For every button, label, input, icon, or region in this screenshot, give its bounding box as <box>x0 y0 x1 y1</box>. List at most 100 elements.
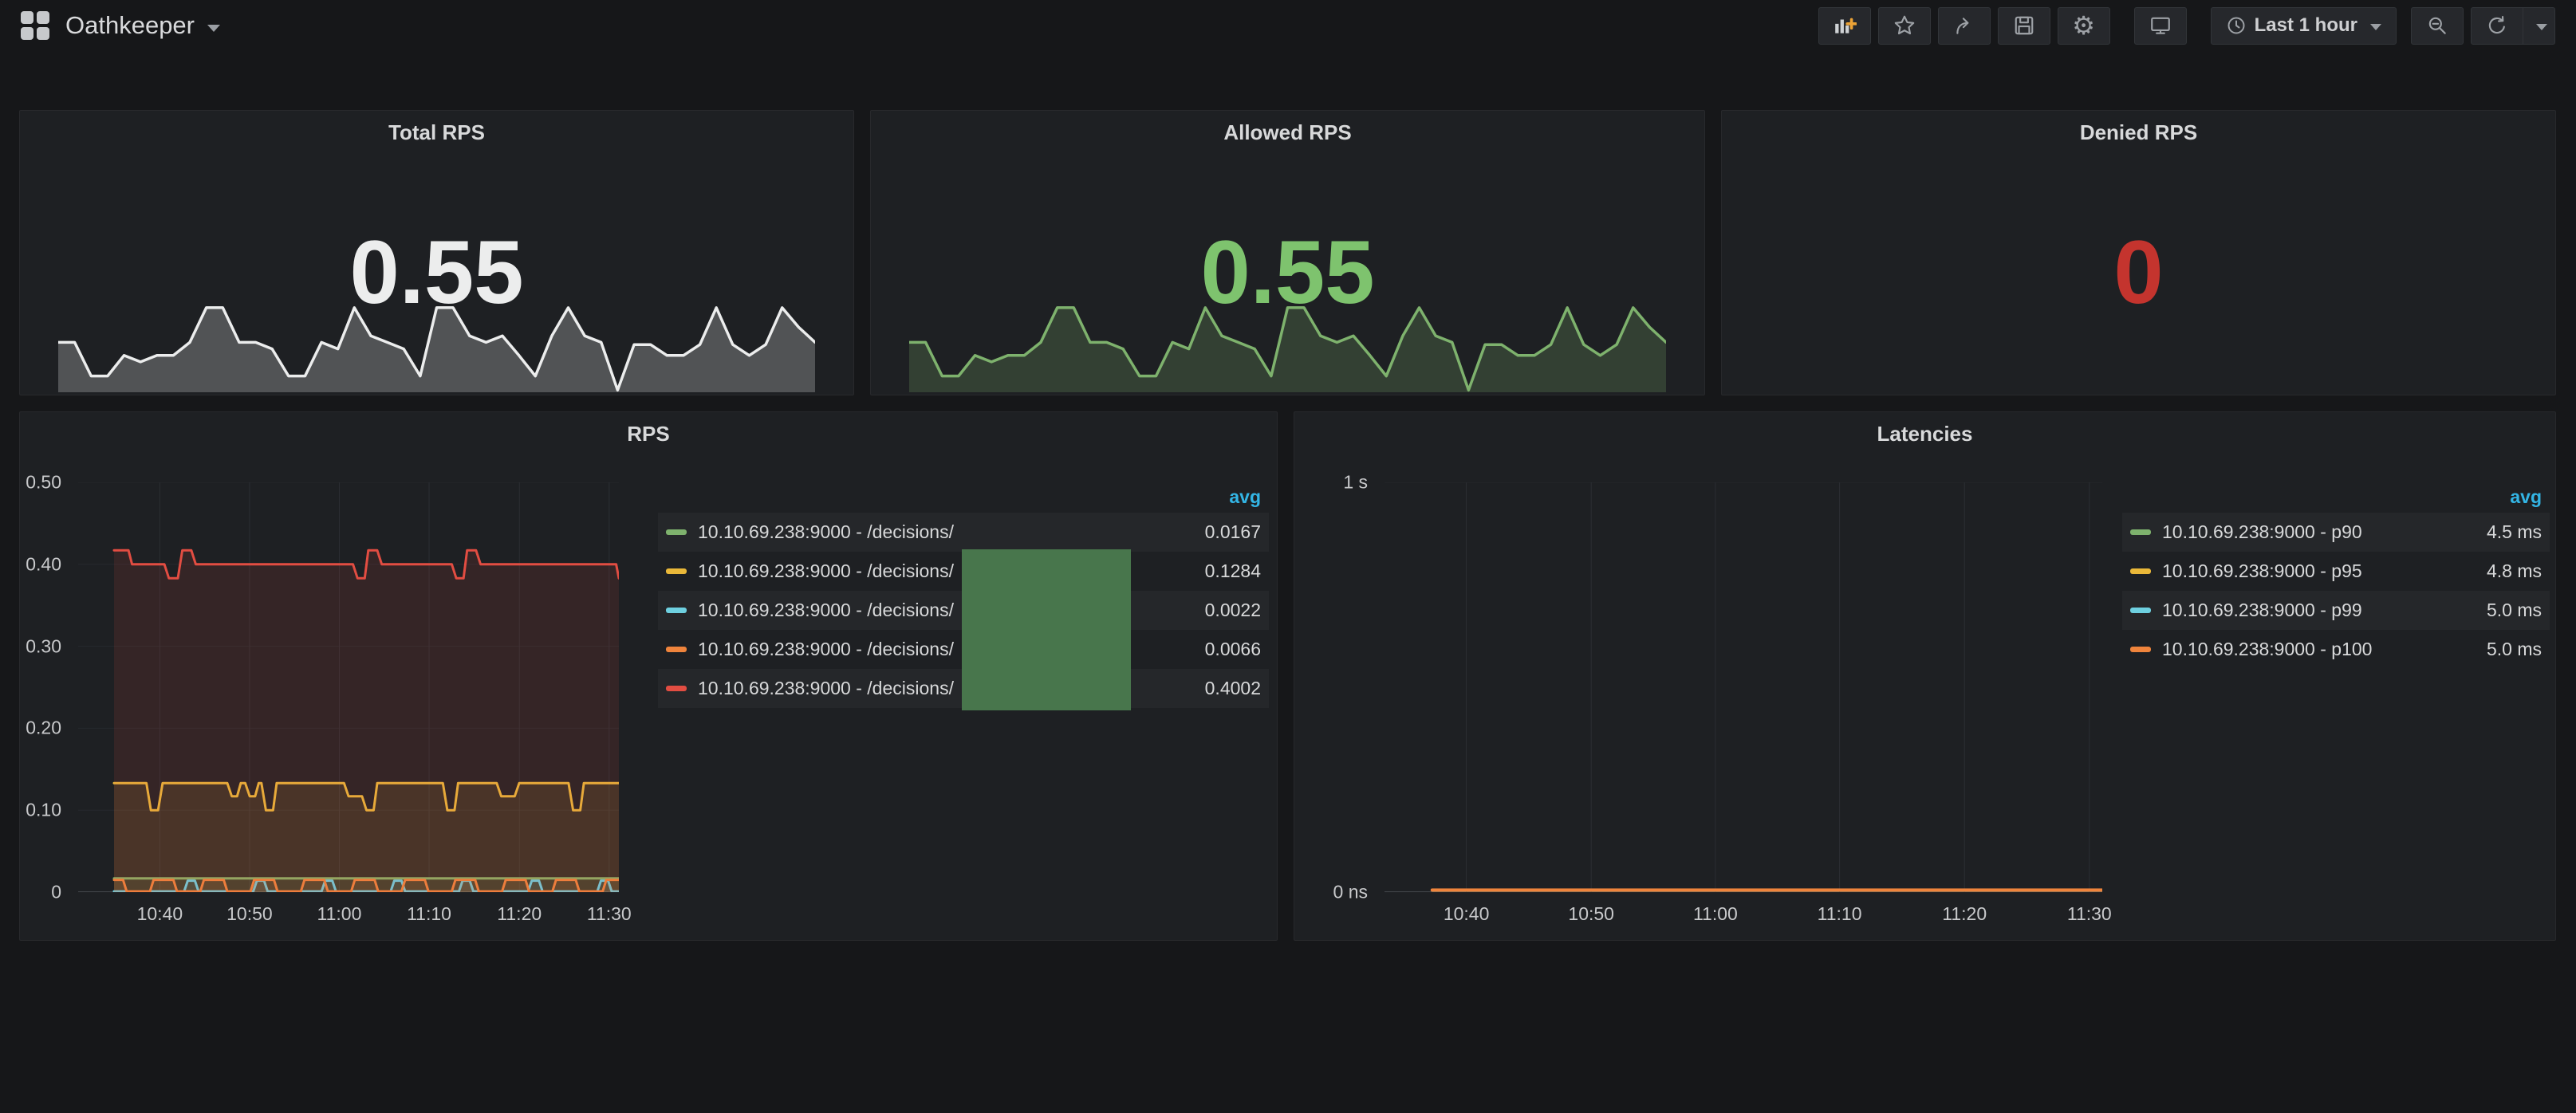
legend-avg-value: 5.0 ms <box>2414 639 2542 660</box>
panel-rps-graph: RPS 0 0.10 0.20 0.30 0.40 0.50 10:40 10:50 11:0… <box>19 411 1278 941</box>
y-tick-label: 0 <box>51 882 61 903</box>
refresh-interval-dropdown[interactable] <box>2523 7 2555 45</box>
x-tick-label: 10:50 <box>226 903 273 925</box>
x-tick-label: 10:50 <box>1568 903 1614 925</box>
series-color-swatch[interactable] <box>2130 568 2151 574</box>
refresh-button[interactable] <box>2471 7 2523 45</box>
legend-row[interactable]: 10.10.69.238:9000 - p904.5 ms <box>2122 513 2550 552</box>
star-icon <box>1893 14 1916 37</box>
panel-title[interactable]: Latencies <box>1294 422 2555 446</box>
refresh-icon <box>2486 14 2508 37</box>
dashboard-dropdown-caret-icon[interactable] <box>207 25 220 32</box>
y-tick-label: 0.40 <box>26 553 61 575</box>
legend-row[interactable]: 10.10.69.238:9000 - /decisions/0.0167 <box>658 513 1269 552</box>
x-tick-label: 11:30 <box>587 903 632 925</box>
series-color-swatch[interactable] <box>666 686 687 691</box>
series-color-swatch[interactable] <box>666 647 687 652</box>
star-dashboard-button[interactable] <box>1878 7 1931 45</box>
panel-title[interactable]: RPS <box>20 422 1277 446</box>
legend-row[interactable]: 10.10.69.238:9000 - p1005.0 ms <box>2122 630 2550 669</box>
x-tick-label: 11:10 <box>1818 903 1862 925</box>
cycle-view-mode-button[interactable] <box>2134 7 2187 45</box>
rps-x-axis: 10:4010:5011:0011:1011:2011:30 <box>78 895 619 924</box>
dashboards-grid-icon[interactable] <box>21 11 49 40</box>
legend-row[interactable]: 10.10.69.238:9000 - p995.0 ms <box>2122 591 2550 630</box>
grafana-dashboard: Oathkeeper <box>0 0 2576 1113</box>
series-color-swatch[interactable] <box>2130 647 2151 652</box>
gear-icon: ⚙ <box>2072 13 2095 38</box>
legend-series-label[interactable]: 10.10.69.238:9000 - p90 <box>2162 521 2414 543</box>
monitor-icon <box>2149 14 2172 37</box>
legend-series-label[interactable]: 10.10.69.238:9000 - /decisions/ <box>698 521 1133 543</box>
legend-avg-value: 4.5 ms <box>2414 521 2542 543</box>
legend-avg-value: 0.0167 <box>1133 521 1261 543</box>
x-tick-label: 11:00 <box>1693 903 1738 925</box>
y-tick-label: 0.20 <box>26 718 61 739</box>
series-color-swatch[interactable] <box>666 529 687 535</box>
dashboard-settings-button[interactable]: ⚙ <box>2058 7 2110 45</box>
legend-avg-value: 0.0022 <box>1133 600 1261 621</box>
dashboard-picker[interactable]: Oathkeeper <box>21 11 220 40</box>
legend-avg-header[interactable]: avg <box>2122 486 2550 513</box>
share-dashboard-button[interactable] <box>1938 7 1991 45</box>
time-range-picker[interactable]: Last 1 hour <box>2211 7 2397 45</box>
y-tick-label: 0 ns <box>1333 882 1368 903</box>
series-color-swatch[interactable] <box>2130 529 2151 535</box>
panel-title[interactable]: Allowed RPS <box>871 120 1704 145</box>
clock-icon <box>2226 15 2247 36</box>
x-tick-label: 11:10 <box>407 903 451 925</box>
dashboard-title[interactable]: Oathkeeper <box>65 11 195 40</box>
time-range-caret-icon <box>2370 24 2381 30</box>
y-tick-label: 0.30 <box>26 635 61 657</box>
latencies-x-axis: 10:4010:5011:0011:1011:2011:30 <box>1385 895 2102 924</box>
panel-title[interactable]: Denied RPS <box>1722 120 2555 145</box>
series-color-swatch[interactable] <box>2130 608 2151 613</box>
legend-avg-value: 5.0 ms <box>2414 600 2542 621</box>
legend-avg-header[interactable]: avg <box>658 486 1269 513</box>
x-tick-label: 10:40 <box>137 903 183 925</box>
zoom-out-time-button[interactable] <box>2411 7 2464 45</box>
legend-series-label[interactable]: 10.10.69.238:9000 - p99 <box>2162 600 2414 621</box>
panel-total-rps: Total RPS 0.55 <box>19 110 854 395</box>
panel-allowed-rps: Allowed RPS 0.55 <box>870 110 1705 395</box>
refresh-caret-icon <box>2536 24 2547 30</box>
latencies-plot-area[interactable] <box>1385 482 2102 892</box>
zoom-out-icon <box>2426 14 2448 37</box>
legend-row[interactable]: 10.10.69.238:9000 - p954.8 ms <box>2122 552 2550 591</box>
save-icon <box>2013 14 2035 37</box>
rps-y-axis: 00.100.200.300.400.50 <box>20 482 69 892</box>
series-color-swatch[interactable] <box>666 608 687 613</box>
save-dashboard-button[interactable] <box>1998 7 2050 45</box>
latencies-legend: avg 10.10.69.238:9000 - p904.5 ms10.10.6… <box>2122 486 2550 669</box>
x-tick-label: 11:00 <box>317 903 362 925</box>
add-panel-icon <box>1833 14 1857 37</box>
stat-value-denied-rps: 0 <box>1722 228 2555 317</box>
add-panel-button[interactable] <box>1818 7 1871 45</box>
latencies-y-axis: 0 ns1 s <box>1294 482 1376 892</box>
legend-avg-value: 4.8 ms <box>2414 560 2542 582</box>
legend-series-label[interactable]: 10.10.69.238:9000 - p100 <box>2162 639 2414 660</box>
legend-avg-value: 0.0066 <box>1133 639 1261 660</box>
stat-value-total-rps: 0.55 <box>20 228 853 317</box>
x-tick-label: 11:20 <box>497 903 542 925</box>
panel-latencies-graph: Latencies 0 ns1 s 10:4010:5011:0011:1011… <box>1294 411 2556 941</box>
toolbar: ⚙ Last 1 hour <box>1818 7 2555 45</box>
y-tick-label: 0.50 <box>26 472 61 494</box>
panel-denied-rps: Denied RPS 0 <box>1721 110 2556 395</box>
legend-series-label[interactable]: 10.10.69.238:9000 - p95 <box>2162 560 2414 582</box>
panel-title[interactable]: Total RPS <box>20 120 853 145</box>
legend-avg-value: 0.1284 <box>1133 560 1261 582</box>
x-tick-label: 11:30 <box>2067 903 2112 925</box>
green-overlay-box <box>962 549 1131 710</box>
series-color-swatch[interactable] <box>666 568 687 574</box>
time-range-label: Last 1 hour <box>2255 14 2357 37</box>
y-tick-label: 0.10 <box>26 800 61 821</box>
rps-plot-area[interactable] <box>78 482 619 892</box>
legend-avg-value: 0.4002 <box>1133 678 1261 699</box>
navbar: Oathkeeper <box>0 0 2576 51</box>
x-tick-label: 10:40 <box>1444 903 1490 925</box>
stat-value-allowed-rps: 0.55 <box>871 228 1704 317</box>
share-icon <box>1953 14 1975 37</box>
y-tick-label: 1 s <box>1343 472 1368 494</box>
x-tick-label: 11:20 <box>1942 903 1987 925</box>
